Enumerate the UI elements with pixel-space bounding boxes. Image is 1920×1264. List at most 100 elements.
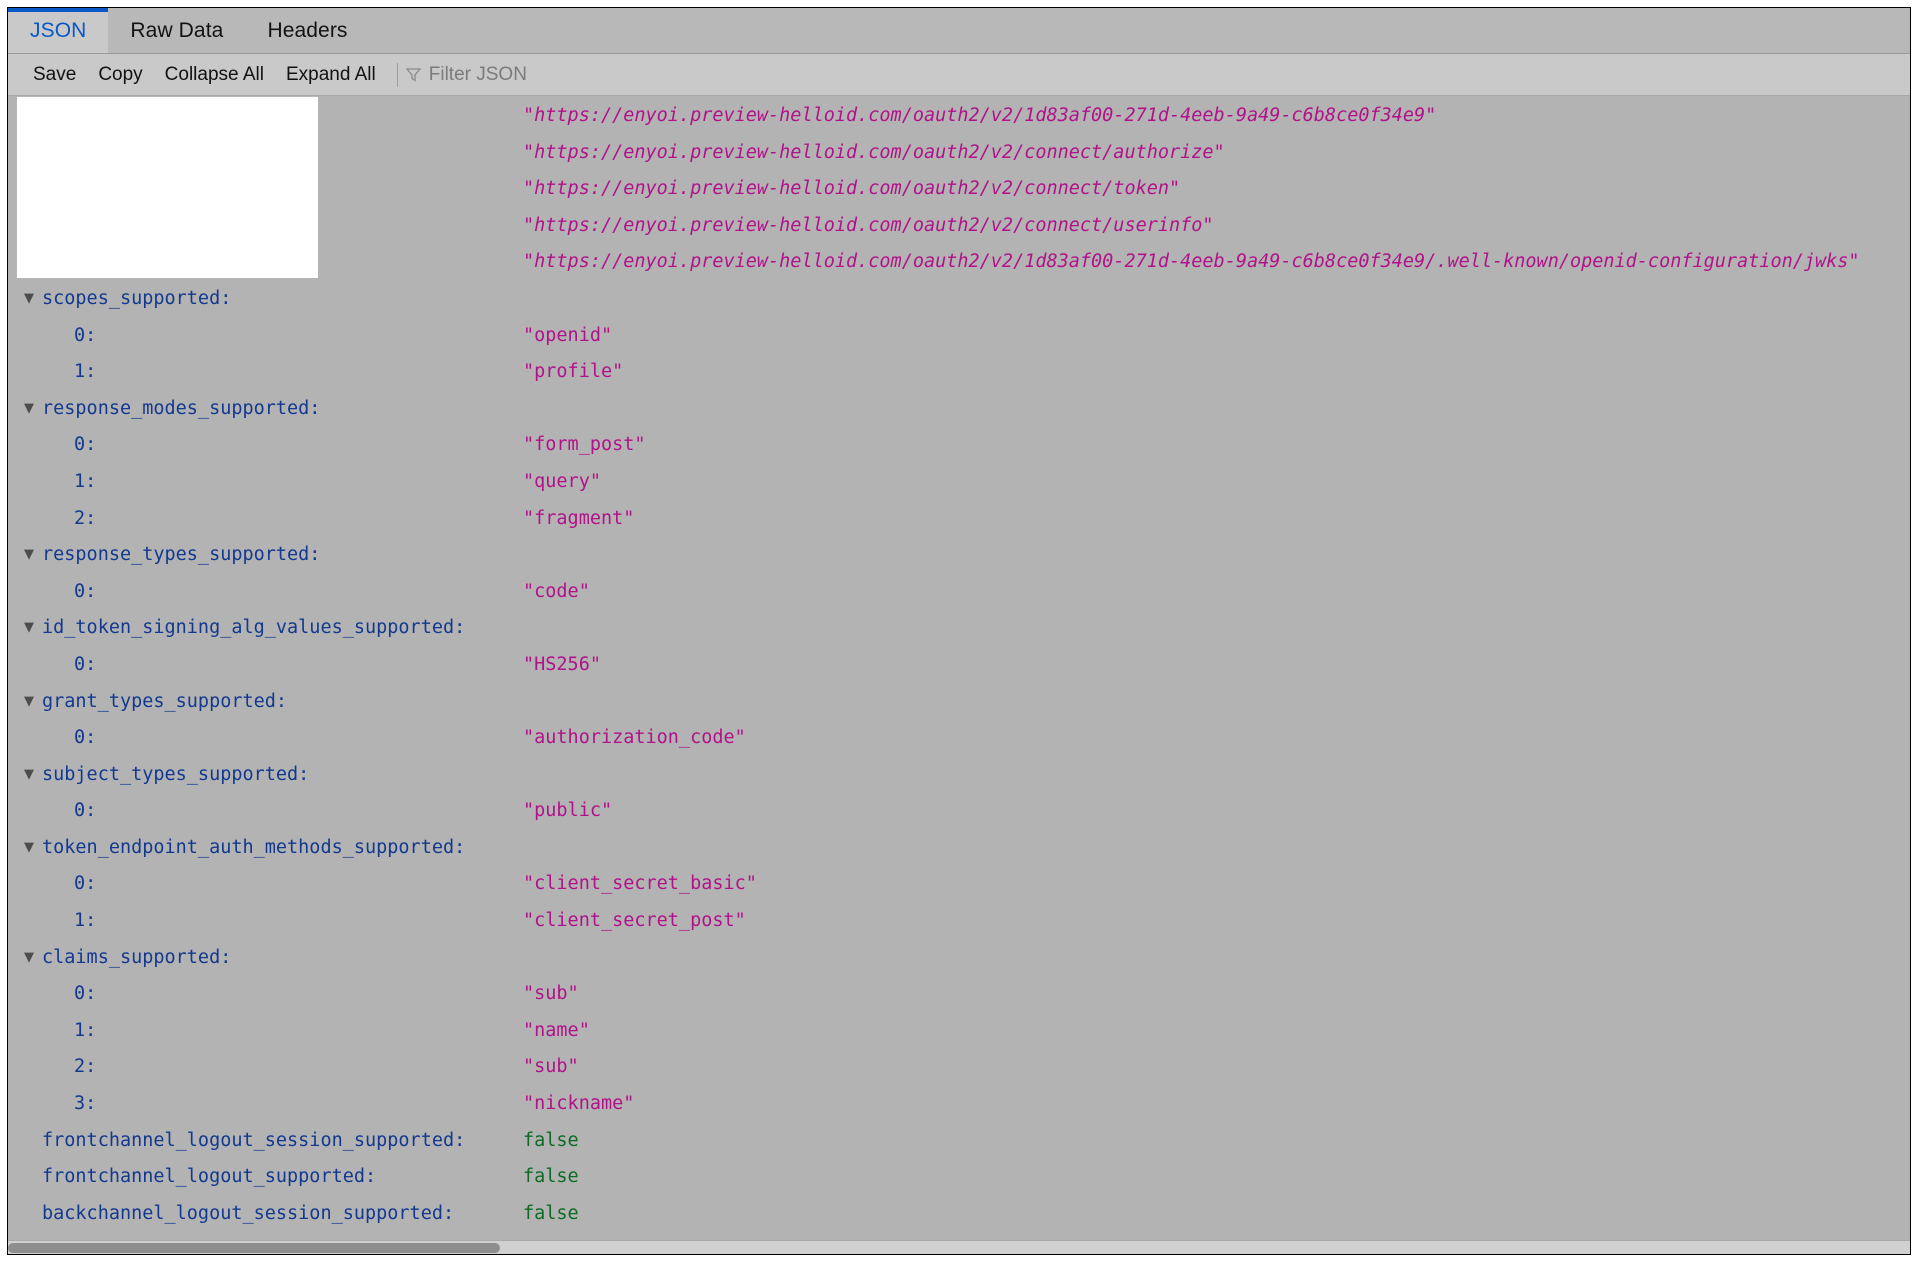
chevron-down-icon[interactable]: ▼ — [22, 244, 36, 281]
chevron-down-icon[interactable]: ▼ — [22, 757, 36, 794]
json-key: backchannel_logout_session_supported: — [42, 1202, 455, 1224]
json-array-index: 2: — [74, 507, 97, 529]
json-value: false — [523, 1202, 579, 1224]
json-value: "code" — [523, 580, 590, 602]
json-row[interactable]: ▼ issuer: "https://enyoi.preview-helloid.c… — [8, 98, 1910, 135]
json-value: "sub" — [523, 1056, 579, 1078]
json-row[interactable]: 2: "sub" — [8, 1049, 1910, 1086]
json-row[interactable]: 1: "client_secret_post" — [8, 903, 1910, 940]
json-row[interactable]: ▼ scopes_supported: — [8, 281, 1910, 318]
json-row[interactable]: ▼ token_endpoint: "https://enyoi.preview-h… — [8, 171, 1910, 208]
json-row[interactable]: ▼ claims_supported: — [8, 940, 1910, 977]
chevron-down-icon[interactable]: ▼ — [22, 684, 36, 721]
json-array-index: 2: — [74, 1056, 97, 1078]
json-array-index: 1: — [74, 470, 97, 492]
json-row[interactable]: 0: "openid" — [8, 318, 1910, 355]
json-row[interactable]: 0: "form_post" — [8, 427, 1910, 464]
json-value: "https://enyoi.preview-helloid.com/oauth… — [523, 141, 1225, 163]
json-row[interactable]: 1: "profile" — [8, 354, 1910, 391]
chevron-down-icon[interactable]: ▼ — [22, 610, 36, 647]
tab-raw-data[interactable]: Raw Data — [108, 8, 245, 53]
json-row[interactable]: 0: "sub" — [8, 976, 1910, 1013]
json-array-index: 1: — [74, 1019, 97, 1041]
json-key: token_endpoint_auth_methods_supported: — [42, 836, 466, 858]
json-row[interactable]: ▼ grant_types_supported: — [8, 684, 1910, 721]
json-array-index: 0: — [74, 727, 97, 749]
tab-headers[interactable]: Headers — [245, 8, 369, 53]
json-array-index: 1: — [74, 910, 97, 932]
json-row[interactable]: 0: "public" — [8, 793, 1910, 830]
json-row[interactable]: ▼ subject_types_supported: — [8, 757, 1910, 794]
chevron-down-icon[interactable]: ▼ — [22, 830, 36, 867]
json-row[interactable]: 0: "client_secret_basic" — [8, 866, 1910, 903]
chevron-down-icon[interactable]: ▼ — [22, 391, 36, 428]
json-array-index: 0: — [74, 873, 97, 895]
json-array-index: 0: — [74, 324, 97, 346]
json-row[interactable]: 3: "nickname" — [8, 1086, 1910, 1123]
json-row[interactable]: ▼ token_endpoint_auth_methods_supported: — [8, 830, 1910, 867]
json-row[interactable]: backchannel_logout_session_supported: fal… — [8, 1196, 1910, 1233]
tab-json[interactable]: JSON — [8, 8, 109, 53]
json-array-index: 0: — [74, 800, 97, 822]
tab-strip: JSON Raw Data Headers — [8, 8, 1910, 54]
chevron-down-icon[interactable]: ▼ — [22, 135, 36, 172]
chevron-down-icon[interactable]: ▼ — [22, 537, 36, 574]
json-array-index: 1: — [74, 361, 97, 383]
json-row[interactable]: ▼ response_modes_supported: — [8, 391, 1910, 428]
json-row[interactable]: ▼ authorization_endpoint: "https://enyoi.p… — [8, 135, 1910, 172]
funnel-icon — [405, 67, 421, 82]
json-key: claims_supported: — [42, 946, 232, 968]
tab-raw-data-label: Raw Data — [130, 18, 224, 42]
json-value: "query" — [523, 470, 601, 492]
json-key: token_endpoint: — [42, 178, 210, 200]
json-row[interactable]: ▼ id_token_signing_alg_values_supported: — [8, 610, 1910, 647]
json-key: response_modes_supported: — [42, 397, 321, 419]
save-button[interactable]: Save — [22, 64, 87, 86]
json-row[interactable]: 0: "HS256" — [8, 647, 1910, 684]
json-value: "public" — [523, 800, 613, 822]
json-array-index: 0: — [74, 434, 97, 456]
json-key: scopes_supported: — [42, 287, 232, 309]
json-value: "name" — [523, 1019, 590, 1041]
chevron-down-icon[interactable]: ▼ — [22, 940, 36, 977]
filter-json-input[interactable]: Filter JSON — [405, 64, 527, 86]
json-array-index: 0: — [74, 653, 97, 675]
expand-all-button[interactable]: Expand All — [275, 64, 387, 86]
chevron-down-icon[interactable]: ▼ — [22, 171, 36, 208]
json-value: "authorization_code" — [523, 727, 746, 749]
horizontal-scrollbar-thumb[interactable] — [8, 1243, 500, 1253]
json-row[interactable]: 0: "authorization_code" — [8, 720, 1910, 757]
json-row[interactable]: 0: "code" — [8, 574, 1910, 611]
tab-headers-label: Headers — [267, 18, 348, 42]
json-row-list: ▼ issuer: "https://enyoi.preview-helloid.c… — [8, 96, 1910, 1254]
json-value: "https://enyoi.preview-helloid.com/oauth… — [523, 251, 1860, 273]
json-value: "https://enyoi.preview-helloid.com/oauth… — [523, 178, 1181, 200]
json-key: subject_types_supported: — [42, 763, 310, 785]
chevron-down-icon[interactable]: ▼ — [22, 98, 36, 135]
json-value: "profile" — [523, 361, 624, 383]
json-row[interactable]: ▼ userinfo_endpoint: "https://enyoi.previe… — [8, 208, 1910, 245]
json-toolbar: Save Copy Collapse All Expand All Filter… — [8, 54, 1910, 96]
json-row[interactable]: 1: "name" — [8, 1013, 1910, 1050]
json-rows-pane[interactable]: ▼ issuer: "https://enyoi.preview-helloid.c… — [8, 96, 1910, 1254]
json-key: issuer: — [42, 105, 120, 126]
json-row[interactable]: frontchannel_logout_supported: false — [8, 1159, 1910, 1196]
json-array-index: 0: — [74, 983, 97, 1005]
tab-json-label: JSON — [30, 18, 87, 42]
json-row[interactable]: 1: "query" — [8, 464, 1910, 501]
chevron-down-icon[interactable]: ▼ — [22, 208, 36, 245]
toolbar-divider — [396, 62, 398, 87]
json-value: "client_secret_basic" — [523, 873, 757, 895]
json-row[interactable]: ▼ response_types_supported: — [8, 537, 1910, 574]
horizontal-scrollbar[interactable] — [8, 1240, 1910, 1254]
copy-button[interactable]: Copy — [87, 64, 153, 86]
json-row[interactable]: ▼ jwks_uri: "https://enyoi.preview-helloid… — [8, 244, 1910, 281]
json-row[interactable]: frontchannel_logout_session_supported: fa… — [8, 1123, 1910, 1160]
json-key: authorization_endpoint: — [42, 141, 299, 163]
json-value: "sub" — [523, 983, 579, 1005]
chevron-down-icon[interactable]: ▼ — [22, 281, 36, 318]
json-value: "https://enyoi.preview-helloid.com/oauth… — [523, 214, 1214, 236]
json-value: "nickname" — [523, 1093, 635, 1115]
collapse-all-button[interactable]: Collapse All — [154, 64, 275, 86]
json-row[interactable]: 2: "fragment" — [8, 501, 1910, 538]
